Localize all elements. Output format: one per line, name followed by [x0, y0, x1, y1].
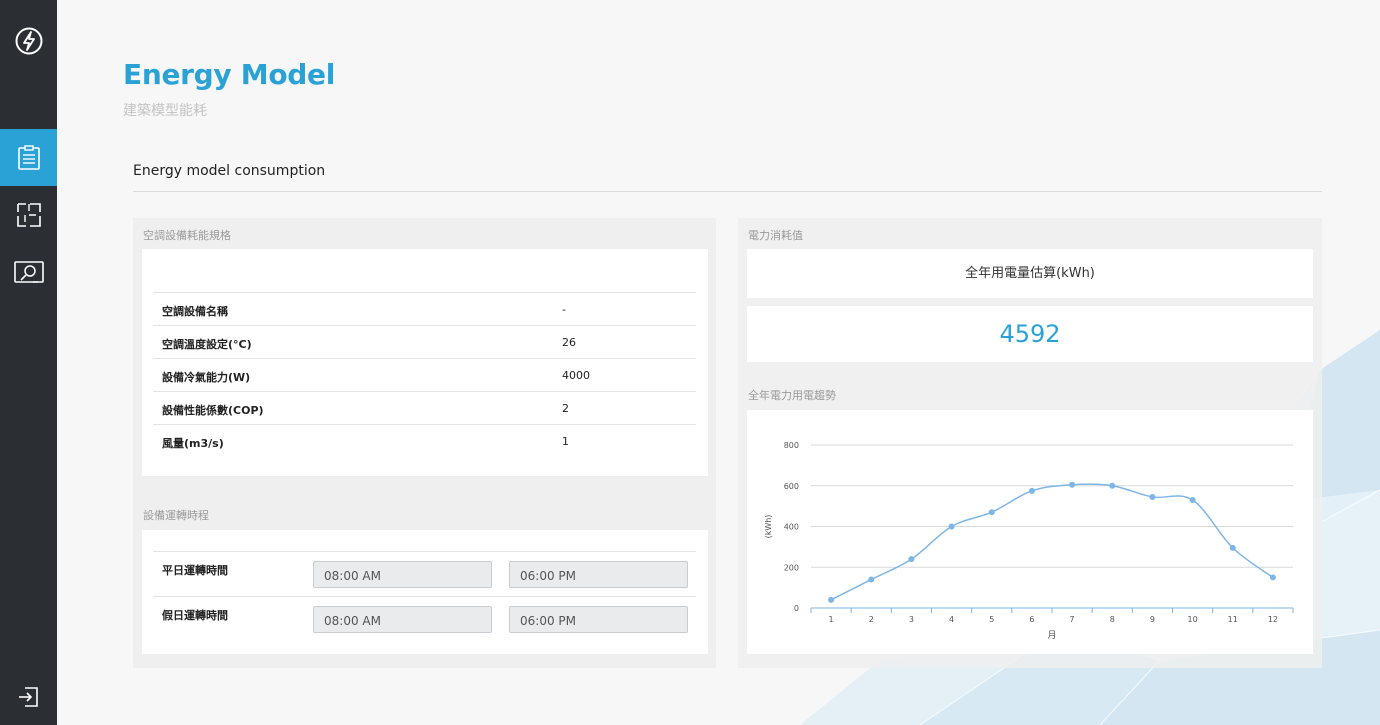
monitor-search-icon [13, 260, 44, 283]
spec-value: 2 [562, 402, 569, 415]
data-point [1028, 487, 1035, 494]
schedule-key: 平日運轉時間 [162, 564, 228, 577]
spec-value: 1 [562, 435, 569, 448]
table-row: 平日運轉時間 08:00 AM 06:00 PM [153, 551, 696, 596]
annual-title-card: 全年用電量估算(kWh) [747, 249, 1313, 298]
spec-key: 設備性能係數(COP) [162, 404, 264, 417]
data-point [828, 596, 835, 603]
table-row: 設備性能係數(COP) 2 [153, 391, 696, 424]
sidebar-item-energy-model[interactable] [0, 129, 57, 186]
spec-value: 4000 [562, 369, 590, 382]
clipboard-list-icon [17, 144, 40, 170]
weekday-end-time-field[interactable]: 06:00 PM [509, 561, 688, 588]
floorplan-icon [16, 202, 41, 227]
data-point [988, 509, 995, 516]
spec-value: 26 [562, 336, 576, 349]
table-row: 設備冷氣能力(W) 4000 [153, 358, 696, 391]
x-tick-label: 8 [1110, 615, 1115, 624]
x-tick-label: 7 [1070, 615, 1075, 624]
main-content: Energy Model 建築模型能耗 Energy model consump… [57, 0, 1380, 725]
energy-label: 電力消耗值 [748, 229, 803, 242]
energy-panel: 電力消耗值 全年用電量估算(kWh) 4592 全年電力用電趨勢 0 200 400… [738, 218, 1322, 668]
x-tick-label: 5 [989, 615, 994, 624]
spec-value: - [562, 303, 566, 316]
ac-spec-label: 空調設備耗能規格 [143, 229, 231, 242]
annual-energy-value: 4592 [999, 320, 1061, 348]
spec-key: 風量(m3/s) [162, 437, 224, 450]
x-tick-label: 10 [1187, 615, 1197, 624]
x-tick-label: 6 [1029, 615, 1034, 624]
sidebar-item-monitor[interactable] [0, 244, 57, 301]
logout-icon [18, 686, 38, 707]
table-row: 空調設備名稱 - [153, 292, 696, 325]
y-tick-label: 200 [784, 563, 799, 572]
holiday-end-time-field[interactable]: 06:00 PM [509, 606, 688, 633]
lightning-logo-icon [15, 27, 42, 54]
holiday-start-time-field[interactable]: 08:00 AM [313, 606, 492, 633]
weekday-start-time-field[interactable]: 08:00 AM [313, 561, 492, 588]
trend-chart-card: 0 200 400 600 800 1 2 3 4 5 6 7 8 9 10 11 12 月 (kWh) [747, 410, 1313, 654]
data-point [1229, 544, 1236, 551]
data-point [1149, 493, 1156, 500]
data-point [1069, 481, 1076, 488]
annual-value-card: 4592 [747, 306, 1313, 362]
energy-trend-chart: 02004006008001 2 3 4 5 6 7 8 9 10 11 12月(kWh) [764, 441, 1294, 641]
table-row: 風量(m3/s) 1 [153, 424, 696, 457]
y-axis-title: (kWh) [764, 515, 773, 539]
ac-spec-card: 空調設備名稱 - 空調溫度設定(°C) 26 設備冷氣能力(W) 4000 設備… [142, 249, 708, 476]
table-row: 空調溫度設定(°C) 26 [153, 325, 696, 358]
data-point [868, 576, 875, 583]
x-tick-label: 3 [909, 615, 914, 624]
data-point [908, 556, 915, 563]
sidebar [0, 0, 57, 725]
x-tick-label: 9 [1150, 615, 1155, 624]
data-point [1189, 497, 1196, 504]
app-logo[interactable] [0, 12, 57, 69]
page-subtitle: 建築模型能耗 [123, 103, 207, 119]
series-line [830, 483, 1274, 601]
schedule-label: 設備運轉時程 [143, 509, 209, 522]
y-tick-label: 0 [794, 604, 799, 613]
spec-key: 設備冷氣能力(W) [162, 371, 251, 384]
section-title: Energy model consumption [133, 163, 326, 179]
sidebar-item-floorplan[interactable] [0, 186, 57, 243]
x-tick-label: 12 [1268, 615, 1278, 624]
y-tick-label: 600 [784, 482, 799, 491]
schedule-key: 假日運轉時間 [162, 609, 228, 622]
data-point [948, 523, 955, 530]
ac-panel: 空調設備耗能規格 空調設備名稱 - 空調溫度設定(°C) 26 設備冷氣能力(W… [133, 218, 716, 668]
x-tick-label: 2 [869, 615, 874, 624]
x-tick-label: 1 [829, 615, 834, 624]
x-axis-title: 月 [1047, 630, 1056, 641]
annual-energy-title: 全年用電量估算(kWh) [965, 266, 1095, 281]
page-title: Energy Model [123, 58, 336, 91]
data-point [1269, 574, 1276, 581]
logout-button[interactable] [0, 668, 57, 725]
x-tick-label: 4 [949, 615, 954, 624]
schedule-card: 平日運轉時間 08:00 AM 06:00 PM 假日運轉時間 08:00 AM… [142, 530, 708, 654]
section-divider [133, 191, 1322, 192]
x-tick-label: 11 [1228, 615, 1238, 624]
y-tick-label: 800 [784, 441, 799, 450]
table-row: 假日運轉時間 08:00 AM 06:00 PM [153, 596, 696, 641]
spec-key: 空調設備名稱 [162, 305, 228, 318]
data-point [1109, 482, 1116, 489]
y-tick-label: 400 [784, 523, 799, 532]
trend-label: 全年電力用電趨勢 [748, 389, 836, 402]
spec-key: 空調溫度設定(°C) [162, 338, 252, 351]
